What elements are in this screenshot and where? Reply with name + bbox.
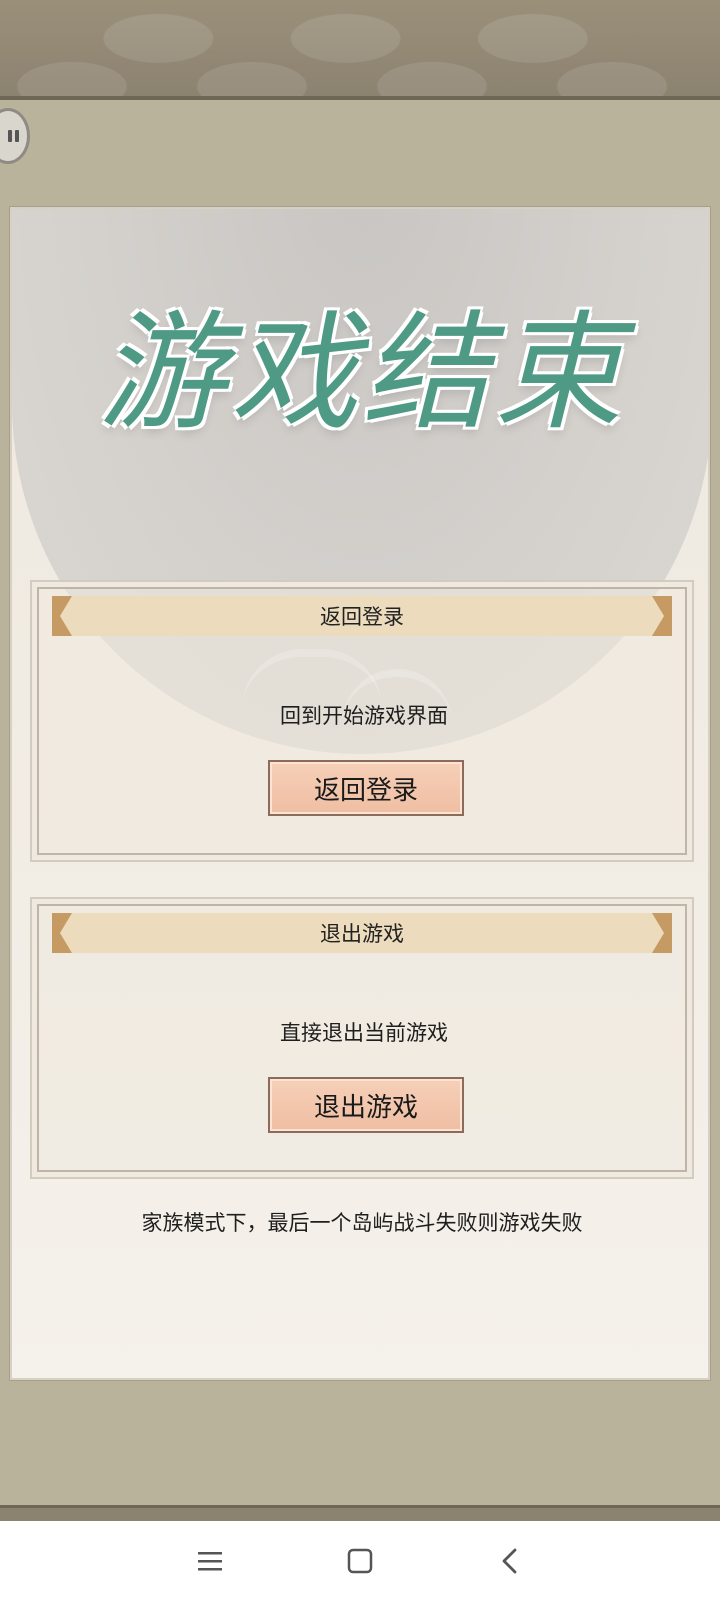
back-icon[interactable] <box>490 1541 530 1581</box>
header-left-ornament <box>52 596 72 636</box>
game-over-title: 游戏结束 <box>97 299 626 448</box>
pause-button[interactable] <box>0 108 30 164</box>
card-description: 回到开始游戏界面 <box>280 704 448 728</box>
card-header: 返回登录 <box>52 596 672 636</box>
menu-icon[interactable] <box>190 1541 230 1581</box>
header-right-ornament <box>652 913 672 953</box>
card-header-label: 退出游戏 <box>320 922 404 946</box>
pause-icon <box>8 130 19 142</box>
exit-game-card: 退出游戏 直接退出当前游戏 退出游戏 <box>30 897 694 1179</box>
system-nav-bar <box>0 1521 720 1601</box>
top-decorative-band <box>0 0 720 100</box>
home-icon[interactable] <box>340 1541 380 1581</box>
header-right-ornament <box>652 596 672 636</box>
return-login-button[interactable]: 返回登录 <box>268 760 464 816</box>
card-header: 退出游戏 <box>52 913 672 953</box>
card-description: 直接退出当前游戏 <box>280 1021 448 1045</box>
game-over-panel: 游戏结束 返回登录 回到开始游戏界面 返回登录 退出游戏 直接退出当前游戏 退出… <box>10 207 710 1380</box>
family-mode-note: 家族模式下，最后一个岛屿战斗失败则游戏失败 <box>141 1211 583 1235</box>
return-login-card: 返回登录 回到开始游戏界面 返回登录 <box>30 580 694 862</box>
exit-game-button[interactable]: 退出游戏 <box>268 1077 464 1133</box>
bottom-decorative-band <box>0 1505 720 1521</box>
card-header-label: 返回登录 <box>320 605 404 629</box>
header-left-ornament <box>52 913 72 953</box>
